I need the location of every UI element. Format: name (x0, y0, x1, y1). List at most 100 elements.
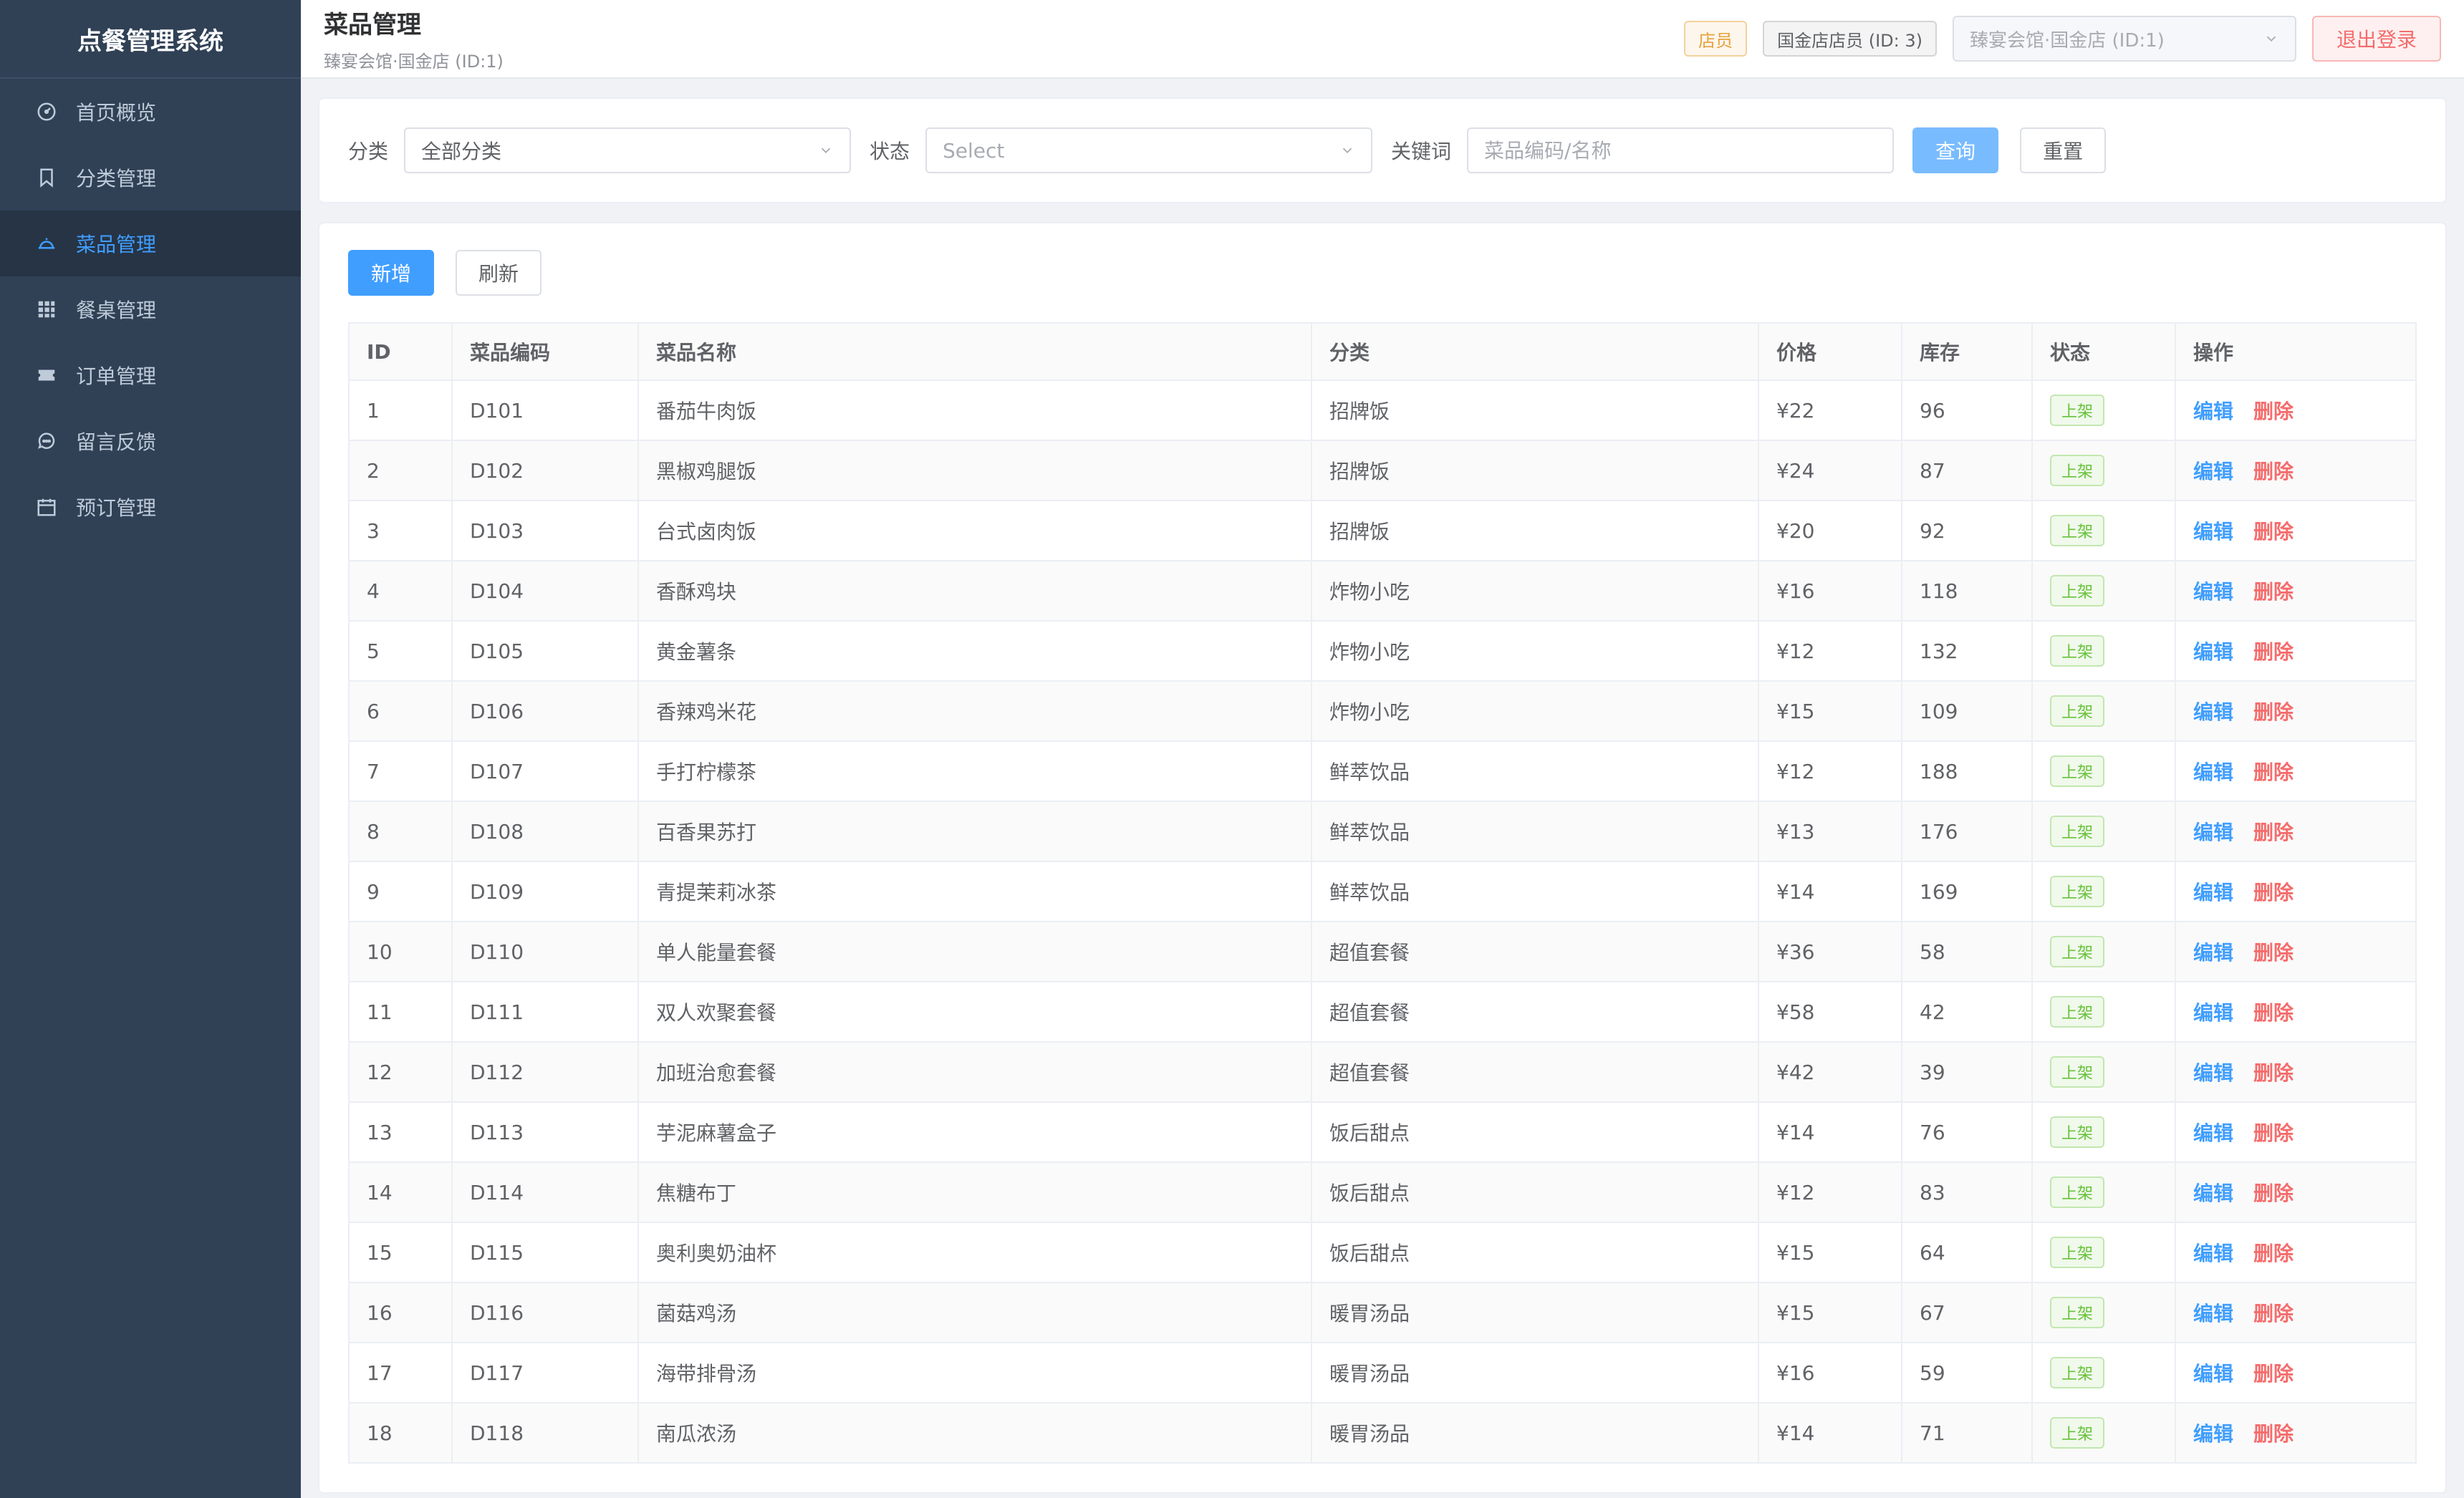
cell-id: 10 (348, 921, 453, 982)
edit-button[interactable]: 编辑 (2193, 460, 2233, 483)
add-button[interactable]: 新增 (348, 250, 435, 296)
main-area: 菜品管理 臻宴会馆·国金店 (ID:1) 店员 国金店店员 (ID: 3) 臻宴… (301, 0, 2464, 1498)
delete-button[interactable]: 删除 (2253, 580, 2294, 604)
reset-button[interactable]: 重置 (2020, 127, 2107, 173)
table-panel: 新增 刷新 ID 菜品编码 菜品名称 分类 价格 库存 状态 操作 1 D101… (318, 222, 2447, 1494)
delete-button[interactable]: 删除 (2253, 1242, 2294, 1265)
delete-button[interactable]: 删除 (2253, 760, 2294, 784)
delete-button[interactable]: 删除 (2253, 941, 2294, 965)
sidebar-item-category[interactable]: 分类管理 (0, 145, 301, 211)
logout-button[interactable]: 退出登录 (2311, 16, 2441, 62)
sidebar-item-reservation[interactable]: 预订管理 (0, 474, 301, 540)
table-row: 11 D111 双人欢聚套餐 超值套餐 ¥58 42 上架 编辑 删除 (348, 981, 2417, 1043)
edit-button[interactable]: 编辑 (2193, 1242, 2233, 1265)
cell-status: 上架 (2031, 1342, 2176, 1403)
cell-name: 焦糖布丁 (637, 1161, 1312, 1223)
status-badge: 上架 (2050, 755, 2105, 787)
delete-button[interactable]: 删除 (2253, 821, 2294, 844)
cell-stock: 188 (1901, 740, 2033, 802)
edit-button[interactable]: 编辑 (2193, 1422, 2233, 1446)
cell-stock: 58 (1901, 921, 2033, 982)
delete-button[interactable]: 删除 (2253, 1061, 2294, 1085)
edit-button[interactable]: 编辑 (2193, 1121, 2233, 1145)
edit-button[interactable]: 编辑 (2193, 400, 2233, 423)
cell-actions: 编辑 删除 (2175, 1222, 2417, 1283)
edit-button[interactable]: 编辑 (2193, 580, 2233, 604)
column-header: 菜品编码 (451, 322, 639, 381)
cell-name: 奥利奥奶油杯 (637, 1222, 1312, 1283)
cell-actions: 编辑 删除 (2175, 740, 2417, 802)
cell-name: 双人欢聚套餐 (637, 981, 1312, 1043)
refresh-button[interactable]: 刷新 (456, 250, 542, 296)
cell-stock: 39 (1901, 1041, 2033, 1103)
cell-actions: 编辑 删除 (2175, 981, 2417, 1043)
cell-actions: 编辑 删除 (2175, 500, 2417, 561)
delete-button[interactable]: 删除 (2253, 640, 2294, 664)
cell-name: 黄金薯条 (637, 620, 1312, 682)
delete-button[interactable]: 删除 (2253, 400, 2294, 423)
cell-category: 鲜萃饮品 (1311, 740, 1759, 802)
cell-code: D104 (451, 560, 639, 622)
status-badge: 上架 (2050, 575, 2105, 607)
edit-button[interactable]: 编辑 (2193, 700, 2233, 724)
status-select[interactable]: Select (925, 127, 1373, 173)
sidebar-item-table[interactable]: 餐桌管理 (0, 276, 301, 342)
delete-button[interactable]: 删除 (2253, 1121, 2294, 1145)
delete-button[interactable]: 删除 (2253, 460, 2294, 483)
sidebar-item-label: 分类管理 (76, 167, 157, 190)
keyword-input[interactable] (1467, 127, 1895, 173)
page-title: 菜品管理 (324, 11, 421, 39)
sidebar-item-feedback[interactable]: 留言反馈 (0, 408, 301, 474)
delete-button[interactable]: 删除 (2253, 700, 2294, 724)
cell-category: 超值套餐 (1311, 981, 1759, 1043)
cell-name: 南瓜浓汤 (637, 1402, 1312, 1464)
cell-code: D113 (451, 1101, 639, 1163)
cell-status: 上架 (2031, 1402, 2176, 1464)
edit-button[interactable]: 编辑 (2193, 520, 2233, 543)
edit-button[interactable]: 编辑 (2193, 1001, 2233, 1025)
cell-name: 芋泥麻薯盒子 (637, 1101, 1312, 1163)
edit-button[interactable]: 编辑 (2193, 881, 2233, 904)
category-select[interactable]: 全部分类 (404, 127, 852, 173)
table-header-row: ID 菜品编码 菜品名称 分类 价格 库存 状态 操作 (348, 322, 2417, 381)
edit-button[interactable]: 编辑 (2193, 1061, 2233, 1085)
edit-button[interactable]: 编辑 (2193, 1362, 2233, 1386)
delete-button[interactable]: 删除 (2253, 520, 2294, 543)
cell-id: 7 (348, 740, 453, 802)
store-select[interactable]: 臻宴会馆·国金店 (ID:1) (1952, 16, 2296, 62)
cell-category: 招牌饭 (1311, 440, 1759, 501)
store-select-value: 臻宴会馆·国金店 (ID:1) (1969, 29, 2165, 52)
cell-price: ¥36 (1758, 921, 1902, 982)
edit-button[interactable]: 编辑 (2193, 941, 2233, 965)
edit-button[interactable]: 编辑 (2193, 760, 2233, 784)
delete-button[interactable]: 删除 (2253, 1001, 2294, 1025)
edit-button[interactable]: 编辑 (2193, 1302, 2233, 1325)
delete-button[interactable]: 删除 (2253, 1422, 2294, 1446)
table-row: 17 D117 海带排骨汤 暖胃汤品 ¥16 59 上架 编辑 删除 (348, 1342, 2417, 1403)
delete-button[interactable]: 删除 (2253, 1182, 2294, 1205)
cell-actions: 编辑 删除 (2175, 1282, 2417, 1343)
edit-button[interactable]: 编辑 (2193, 640, 2233, 664)
cell-status: 上架 (2031, 680, 2176, 742)
delete-button[interactable]: 删除 (2253, 1362, 2294, 1386)
status-label: 状态 (870, 140, 910, 163)
column-header: 操作 (2175, 322, 2417, 381)
category-select-value: 全部分类 (421, 140, 502, 163)
delete-button[interactable]: 删除 (2253, 881, 2294, 904)
cell-id: 14 (348, 1161, 453, 1223)
cell-id: 1 (348, 380, 453, 441)
cell-category: 炸物小吃 (1311, 620, 1759, 682)
cell-stock: 132 (1901, 620, 2033, 682)
query-button[interactable]: 查询 (1912, 127, 1999, 173)
sidebar-item-order[interactable]: 订单管理 (0, 342, 301, 408)
delete-button[interactable]: 删除 (2253, 1302, 2294, 1325)
cell-category: 饭后甜点 (1311, 1101, 1759, 1163)
bookmark-icon (36, 167, 57, 188)
cell-name: 香酥鸡块 (637, 560, 1312, 622)
edit-button[interactable]: 编辑 (2193, 821, 2233, 844)
sidebar-item-dish[interactable]: 菜品管理 (0, 211, 301, 276)
cell-code: D109 (451, 861, 639, 922)
edit-button[interactable]: 编辑 (2193, 1182, 2233, 1205)
sidebar-item-dashboard[interactable]: 首页概览 (0, 79, 301, 145)
cell-price: ¥16 (1758, 1342, 1902, 1403)
